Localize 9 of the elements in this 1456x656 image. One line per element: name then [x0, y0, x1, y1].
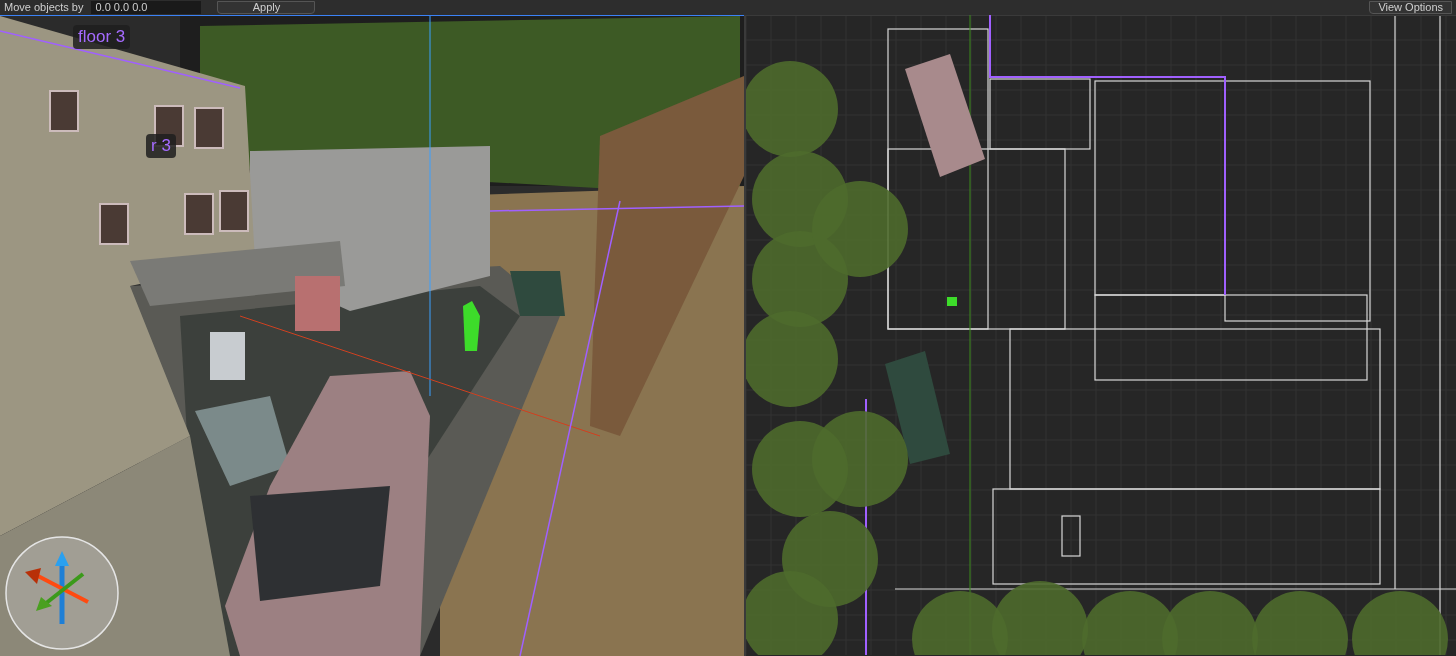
top-view-drawing[interactable] — [746, 15, 1456, 655]
move-label: Move objects by — [4, 1, 84, 14]
floor-label: floor 3 — [73, 25, 131, 49]
perspective-viewport[interactable]: floor 3 r 3 — [0, 15, 744, 656]
axis-gizmo-icon[interactable] — [3, 534, 121, 652]
view-options-button[interactable]: View Options — [1369, 1, 1452, 14]
apply-button[interactable]: Apply — [217, 1, 316, 14]
move-input-field[interactable]: 0.0 0.0 0.0 — [91, 1, 202, 14]
floor-label: r 3 — [146, 134, 176, 158]
